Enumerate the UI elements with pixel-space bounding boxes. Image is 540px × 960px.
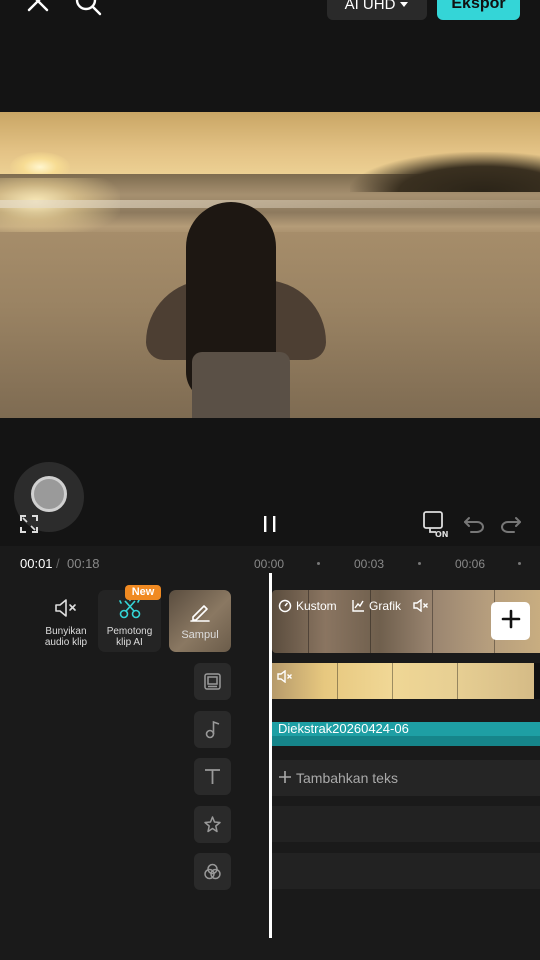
ai-cutter-label-line2: klip AI (116, 637, 143, 648)
speed-icon (278, 599, 292, 618)
overlay-track-button[interactable] (194, 663, 231, 700)
frame-divider (392, 663, 393, 699)
music-note-icon (204, 720, 222, 744)
preview-surf (0, 200, 540, 208)
sparkle-star-icon (203, 815, 222, 839)
filter-track-button[interactable] (194, 853, 231, 890)
resolution-dropdown[interactable]: AI UHD (327, 0, 427, 20)
ruler-dot (518, 562, 521, 565)
overlay-clip[interactable] (272, 663, 534, 699)
overlay-clip-end (534, 663, 540, 699)
frame-divider (432, 590, 433, 653)
cover-label: Sampul (181, 629, 219, 641)
ruler-dot (418, 562, 421, 565)
playback-controls: ON (0, 506, 540, 542)
new-badge: New (125, 585, 161, 600)
cover-content: Sampul (169, 602, 231, 648)
ai-scissors-icon (117, 598, 143, 620)
preview-glare (0, 178, 120, 238)
unmute-clip-audio-button[interactable]: Bunyikan audio klip (36, 594, 96, 652)
undo-icon[interactable] (463, 514, 485, 534)
preview-person-skirt (192, 352, 290, 418)
speed-custom-label[interactable]: Kustom (296, 599, 337, 613)
filter-track[interactable] (272, 853, 540, 889)
ruler-dot (317, 562, 320, 565)
preview-treeline (350, 152, 540, 192)
ai-clip-cutter-content: Pemotong klip AI (98, 598, 161, 652)
pause-icon[interactable] (261, 515, 279, 533)
speaker-muted-icon (54, 598, 78, 618)
extracted-audio-label: Diekstrak20260424-06 (278, 721, 409, 736)
text-icon (203, 767, 222, 791)
total-time: 00:18 (67, 556, 100, 571)
image-overlay-icon (203, 672, 222, 696)
unmute-label-line1: Bunyikan (45, 626, 87, 637)
time-separator: / (56, 556, 60, 571)
audio-waveform (272, 736, 540, 746)
effects-track-button[interactable] (194, 806, 231, 843)
top-bar: AI UHD Ekspor (0, 0, 540, 112)
text-track-button[interactable] (194, 758, 231, 795)
add-text-plus-icon (278, 770, 292, 789)
graph-label[interactable]: Grafik (369, 599, 401, 613)
add-text-label[interactable]: Tambahkan teks (296, 770, 398, 786)
frame-divider (457, 663, 458, 699)
plus-icon (501, 609, 521, 634)
playhead[interactable] (269, 573, 272, 938)
overlay-muted-icon (277, 669, 293, 688)
ruler-tick-label: 00:03 (354, 557, 385, 571)
fullscreen-icon[interactable] (19, 514, 39, 534)
ruler-tick-label: 00:06 (455, 557, 486, 571)
ruler-tick-label: 00:00 (254, 557, 285, 571)
chevron-down-icon (399, 0, 409, 13)
audio-track-button[interactable] (194, 711, 231, 748)
frame-divider (337, 663, 338, 699)
effects-track[interactable] (272, 806, 540, 842)
current-time: 00:01 (20, 556, 53, 571)
resolution-label: AI UHD (344, 0, 396, 13)
graph-icon (352, 599, 365, 617)
preview-mode-on-icon[interactable]: ON (422, 510, 452, 539)
search-icon[interactable] (74, 0, 102, 16)
video-preview[interactable] (0, 112, 540, 418)
add-clip-button[interactable] (491, 602, 530, 640)
export-button[interactable]: Ekspor (437, 0, 520, 20)
unmute-label-line2: audio klip (44, 637, 88, 648)
ai-cutter-label-line1: Pemotong (106, 626, 153, 637)
close-icon[interactable] (25, 0, 53, 16)
clip-muted-icon (413, 598, 429, 617)
pencil-icon (189, 602, 211, 622)
redo-icon[interactable] (500, 514, 522, 534)
filter-circles-icon (203, 862, 222, 886)
svg-text:ON: ON (435, 530, 449, 538)
